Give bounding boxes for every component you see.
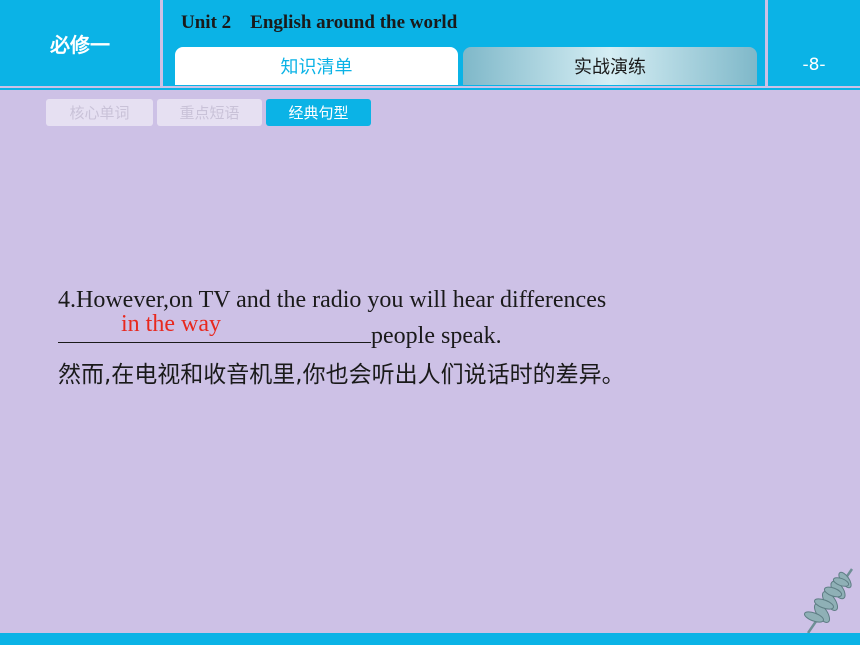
subtab-classic-sentences-label: 经典句型 [288,104,349,122]
answer-blank: in the way [58,311,371,343]
tab-practice[interactable]: 实战演练 [463,47,757,85]
answer-text: in the way [121,311,221,337]
tab-practice-label: 实战演练 [574,57,646,78]
tab-knowledge-list[interactable]: 知识清单 [175,47,458,85]
exercise-sentence-end: people speak. [371,323,502,349]
exercise-sentence-line2: in the way people speak. [58,311,818,355]
course-header: 必修一 [0,0,160,86]
title-header: Unit 2 English around the world 知识清单 实战演… [163,0,765,86]
exercise-content: 4.However,on TV and the radio you will h… [58,283,818,395]
subtab-key-phrases[interactable]: 重点短语 [157,99,262,126]
subtab-classic-sentences[interactable]: 经典句型 [266,99,371,126]
subtab-core-words-label: 核心单词 [69,104,130,122]
subtab-core-words[interactable]: 核心单词 [46,99,153,126]
exercise-translation: 然而,在电视和收音机里,你也会听出人们说话时的差异。 [58,362,625,388]
course-label: 必修一 [50,32,110,57]
page-number: -8- [802,55,826,75]
bottom-bar [0,633,860,645]
leaf-icon [804,568,854,634]
header-divider [0,88,860,90]
page-number-box: -8- [768,0,860,86]
tab-knowledge-list-label: 知识清单 [280,57,353,78]
unit-title: Unit 2 English around the world [181,12,458,33]
subtab-key-phrases-label: 重点短语 [179,104,240,122]
